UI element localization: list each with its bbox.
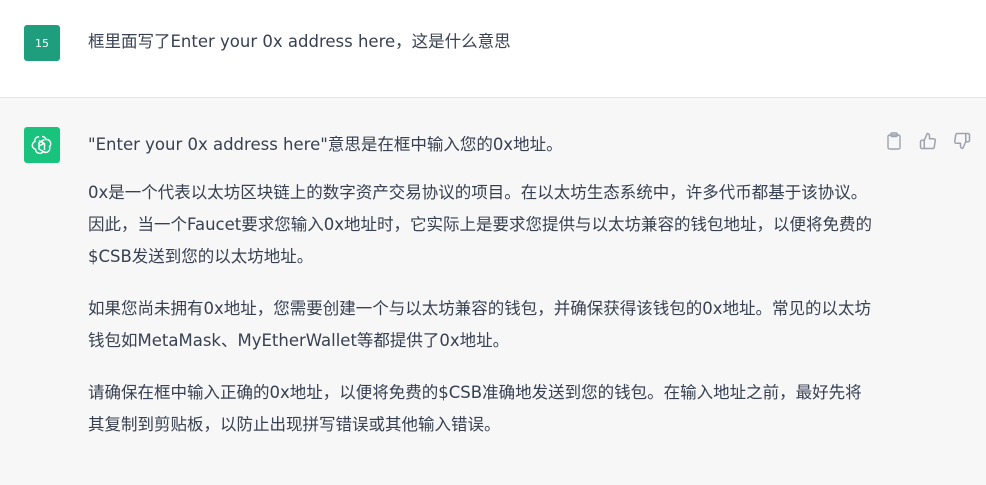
user-message-text: 框里面写了Enter your 0x address here，这是什么意思 [88, 32, 511, 51]
message-actions [884, 131, 972, 151]
answer-paragraph: 请确保在框中输入正确的0x地址，以便将免费的$CSB准确地发送到您的钱包。在输入… [88, 383, 862, 434]
openai-logo-icon [24, 127, 60, 163]
assistant-answer: "Enter your 0x address here"意思是在框中输入您的0x… [88, 129, 878, 461]
answer-paragraph: 0x是一个代表以太坊区块链上的数字资产交易协议的项目。在以太坊生态系统中，许多代… [88, 183, 872, 266]
thumbs-down-icon[interactable] [952, 131, 972, 151]
thumbs-up-icon[interactable] [918, 131, 938, 151]
answer-paragraph: "Enter your 0x address here"意思是在框中输入您的0x… [88, 135, 563, 154]
user-message-row: 15 框里面写了Enter your 0x address here，这是什么意… [0, 0, 986, 98]
clipboard-icon[interactable] [884, 131, 904, 151]
assistant-message-row: "Enter your 0x address here"意思是在框中输入您的0x… [0, 98, 986, 485]
user-avatar: 15 [24, 25, 60, 61]
answer-paragraph: 如果您尚未拥有0x地址，您需要创建一个与以太坊兼容的钱包，并确保获得该钱包的0x… [88, 299, 872, 350]
